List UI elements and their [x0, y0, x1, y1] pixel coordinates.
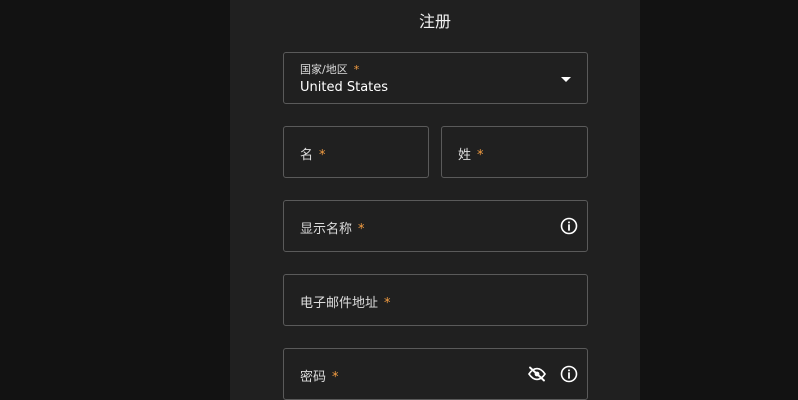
- first-name-label-text: 名: [300, 148, 314, 163]
- chevron-down-icon[interactable]: [561, 77, 571, 82]
- display-name-label-text: 显示名称: [300, 222, 353, 237]
- email-label-text: 电子邮件地址: [300, 296, 379, 311]
- signup-panel: 注册 国家/地区* United States 名* 姓* 显示名称*: [230, 0, 640, 400]
- first-name-label: 名 *: [300, 144, 326, 163]
- password-label-text: 密码: [300, 370, 327, 385]
- password-field[interactable]: 密码 *: [283, 348, 588, 400]
- required-mark: *: [332, 370, 339, 385]
- required-mark: *: [477, 148, 484, 163]
- password-label: 密码 *: [300, 366, 339, 385]
- required-mark: *: [319, 148, 326, 163]
- country-label: 国家/地区 *: [300, 61, 359, 77]
- required-mark: *: [384, 296, 391, 311]
- country-select[interactable]: 国家/地区 * United States: [283, 52, 588, 104]
- country-label-text: 国家/地区: [300, 63, 348, 76]
- display-name-field[interactable]: 显示名称 *: [283, 200, 588, 252]
- first-name-field[interactable]: 名 *: [283, 126, 429, 178]
- display-name-label: 显示名称 *: [300, 218, 365, 237]
- page: 注册 国家/地区* United States 名* 姓* 显示名称*: [0, 0, 798, 400]
- last-name-field[interactable]: 姓 *: [441, 126, 588, 178]
- email-field[interactable]: 电子邮件地址 *: [283, 274, 588, 326]
- country-value: United States: [300, 80, 389, 95]
- required-mark: *: [358, 222, 365, 237]
- last-name-label-text: 姓: [458, 148, 472, 163]
- last-name-label: 姓 *: [458, 144, 484, 163]
- info-icon[interactable]: [560, 365, 578, 383]
- info-icon[interactable]: [560, 217, 578, 235]
- email-label: 电子邮件地址 *: [300, 292, 391, 311]
- eye-off-icon[interactable]: [527, 365, 547, 383]
- required-mark: *: [353, 63, 360, 76]
- page-title: 注册: [418, 12, 451, 31]
